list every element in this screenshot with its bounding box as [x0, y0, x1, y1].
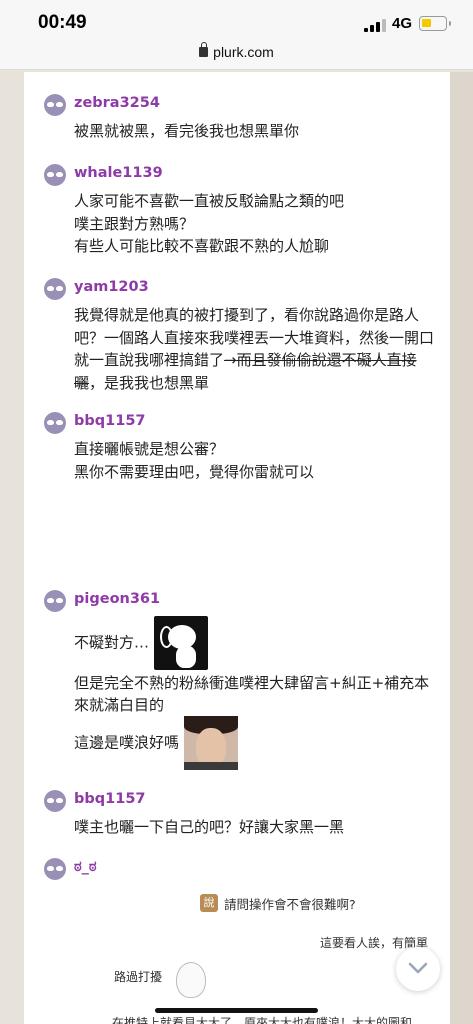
- bottom-line-text: 在推特上就看見大大了，原來大大也有噗浪！大大的圖和: [112, 1016, 413, 1024]
- mask-avatar-icon[interactable]: [44, 590, 66, 612]
- scroll-down-button[interactable]: [396, 947, 440, 991]
- response-text: 不礙對方… 但是完全不熟的粉絲衝進噗裡大肆留言+糾正+補充本來就滿白目的 這邊是…: [74, 616, 434, 770]
- lock-icon: [199, 42, 209, 57]
- face-sticker[interactable]: [183, 716, 238, 770]
- username[interactable]: ಠ_ಠ: [74, 859, 97, 875]
- username[interactable]: pigeon361: [74, 591, 160, 607]
- snoopy-sticker[interactable]: [153, 616, 208, 670]
- clock: 00:49: [38, 12, 87, 33]
- url-text: plurk.com: [213, 44, 274, 60]
- response-text: 被黑就被黑，看完後我也想黑單你: [74, 122, 300, 140]
- chevron-down-icon: [408, 962, 428, 974]
- response-text: 我覺得就是他真的被打擾到了，看你說路過你是路人吧？一個路人直接來我噗裡丟一大堆資…: [74, 306, 435, 392]
- username[interactable]: bbq1157: [74, 791, 146, 807]
- mask-avatar-icon[interactable]: [44, 278, 66, 300]
- response-text: 噗主也曬一下自己的吧？好讓大家黑一黑: [74, 818, 345, 836]
- embedded-screenshot[interactable]: 說 請問操作會不會很難啊? 這要看人誒，有簡單 路過打擾 在推特上就看見大大了，…: [112, 882, 450, 1024]
- mask-avatar-icon[interactable]: [44, 412, 66, 434]
- url-bar[interactable]: plurk.com: [0, 42, 473, 60]
- network-label: 4G: [392, 15, 413, 32]
- battery-icon: [419, 16, 451, 31]
- username[interactable]: bbq1157: [74, 413, 146, 429]
- fragment-text: 路過打擾: [114, 970, 163, 984]
- question-text: 請問操作會不會很難啊?: [224, 897, 356, 912]
- mask-avatar-icon[interactable]: [44, 790, 66, 812]
- page-margin: [450, 72, 473, 1024]
- response-text: 人家可能不喜歡一直被反駁論點之類的吧 噗主跟對方熟嗎？ 有些人可能比較不喜歡跟不…: [74, 192, 345, 255]
- speech-badge: 說: [200, 894, 218, 912]
- status-bar: 00:49 4G plurk.com: [0, 0, 473, 70]
- signal-icon: [364, 18, 386, 32]
- responses-panel[interactable]: zebra3254 被黑就被黑，看完後我也想黑單你 whale1139 人家可能…: [24, 72, 450, 1024]
- response-text: 直接曬帳號是想公審？ 黑你不需要理由吧，覺得你雷就可以: [74, 440, 315, 481]
- home-indicator[interactable]: [155, 1008, 318, 1013]
- doodle-figure: [176, 962, 206, 998]
- username[interactable]: zebra3254: [74, 95, 160, 111]
- mask-avatar-icon[interactable]: [44, 164, 66, 186]
- username[interactable]: yam1203: [74, 279, 149, 295]
- username[interactable]: whale1139: [74, 165, 163, 181]
- mask-avatar-icon[interactable]: [44, 858, 66, 880]
- mask-avatar-icon[interactable]: [44, 94, 66, 116]
